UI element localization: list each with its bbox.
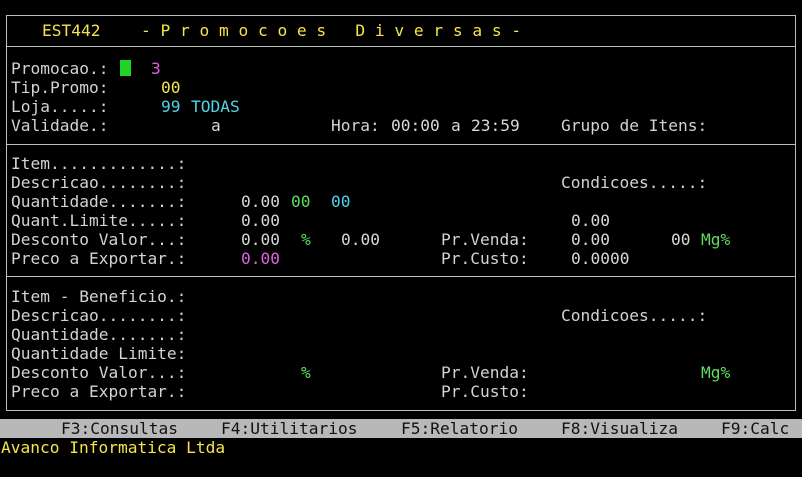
promocao-input[interactable]: 3: [151, 59, 161, 78]
screen-title: - P r o m o c o e s D i v e r s a s -: [141, 21, 522, 40]
beneficio-desconto-pct-sign: %: [301, 363, 311, 382]
hora-label: Hora:: [331, 116, 380, 135]
tip-promo-label: Tip.Promo:: [11, 78, 109, 97]
section-divider-2: [6, 276, 796, 277]
grupo-itens-label: Grupo de Itens:: [561, 116, 708, 135]
promocao-label: Promocao.:: [11, 59, 109, 78]
company-name: Avanco Informatica Ltda: [1, 438, 226, 457]
item-quantidade-code2[interactable]: 00: [331, 192, 351, 211]
beneficio-desconto-label: Desconto Valor...:: [11, 363, 187, 382]
beneficio-condicoes-label: Condicoes.....:: [561, 306, 708, 325]
item-preco-exportar-input[interactable]: 0.00: [241, 249, 280, 268]
item-desconto-label: Desconto Valor...:: [11, 230, 187, 249]
item-quantidade-code1[interactable]: 00: [291, 192, 311, 211]
item-quant-limite-label: Quant.Limite.....:: [11, 211, 187, 230]
item-pr-venda-label: Pr.Venda:: [441, 230, 529, 249]
f8-visualiza-key[interactable]: F8:Visualiza: [561, 419, 678, 438]
beneficio-pr-custo-label: Pr.Custo:: [441, 382, 529, 401]
item-pr-custo-value: 0.0000: [571, 249, 630, 268]
beneficio-preco-exportar-label: Preco a Exportar.:: [11, 382, 187, 401]
item-pr-venda-value: 0.00: [571, 230, 610, 249]
loja-code-input[interactable]: 99: [161, 97, 181, 116]
beneficio-mg-label: Mg%: [701, 363, 731, 382]
beneficio-item-label: Item - Beneficio.:: [11, 287, 187, 306]
item-condicoes-label: Condicoes.....:: [561, 173, 708, 192]
item-preco-exportar-label: Preco a Exportar.:: [11, 249, 187, 268]
item-quantidade-input[interactable]: 0.00: [241, 192, 280, 211]
text-cursor[interactable]: [120, 60, 131, 76]
hora-separator: a: [451, 116, 461, 135]
loja-label: Loja.....:: [11, 97, 109, 116]
section-divider-1: [6, 144, 796, 145]
item-condicoes-value[interactable]: 0.00: [571, 211, 610, 230]
validade-separator: a: [211, 116, 221, 135]
validade-label: Validade.:: [11, 116, 109, 135]
item-mg-code: 00: [671, 230, 691, 249]
item-desconto-pct-sign: %: [301, 230, 311, 249]
program-code: EST442: [42, 21, 101, 40]
item-label: Item.............:: [11, 154, 187, 173]
f5-relatorio-key[interactable]: F5:Relatorio: [401, 419, 518, 438]
beneficio-descricao-label: Descricao........:: [11, 306, 187, 325]
hora-fim-input[interactable]: 23:59: [471, 116, 520, 135]
loja-name: TODAS: [191, 97, 240, 116]
f3-consultas-key[interactable]: F3:Consultas: [61, 419, 178, 438]
item-mg-label: Mg%: [701, 230, 731, 249]
item-descricao-label: Descricao........:: [11, 173, 187, 192]
item-quant-limite-input[interactable]: 0.00: [241, 211, 280, 230]
item-desconto-pct-input[interactable]: 0.00: [341, 230, 380, 249]
item-desconto-input[interactable]: 0.00: [241, 230, 280, 249]
item-pr-custo-label: Pr.Custo:: [441, 249, 529, 268]
f9-calc-key[interactable]: F9:Calc: [721, 419, 789, 438]
tip-promo-input[interactable]: 00: [161, 78, 181, 97]
hora-inicio-input[interactable]: 00:00: [391, 116, 440, 135]
beneficio-quantidade-limite-label: Quantidade Limite:: [11, 344, 187, 363]
beneficio-pr-venda-label: Pr.Venda:: [441, 363, 529, 382]
item-quantidade-label: Quantidade.......:: [11, 192, 187, 211]
f4-utilitarios-key[interactable]: F4:Utilitarios: [221, 419, 357, 438]
beneficio-quantidade-label: Quantidade.......:: [11, 325, 187, 344]
function-key-bar: F3:Consultas F4:Utilitarios F5:Relatorio…: [0, 419, 802, 438]
